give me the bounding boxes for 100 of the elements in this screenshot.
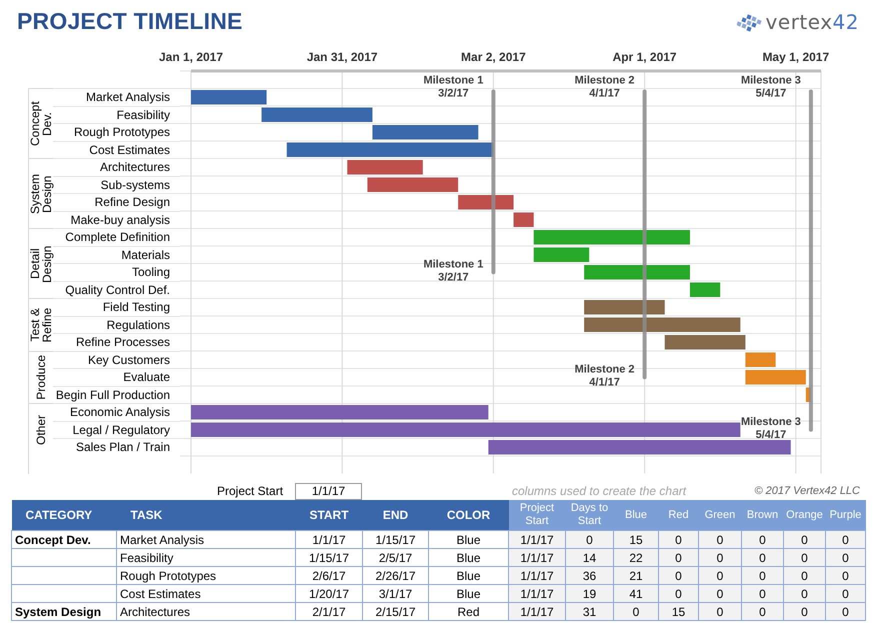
column-header: Purple xyxy=(826,500,866,530)
table-cell: 21 xyxy=(614,566,658,584)
table-cell: 1/1/17 xyxy=(508,566,566,584)
task-label: Tooling xyxy=(132,265,170,280)
table-cell: Cost Estimates xyxy=(116,584,296,602)
table-cell: 1/1/17 xyxy=(508,584,566,602)
table-cell: 0 xyxy=(614,602,658,620)
table-cell: 0 xyxy=(566,530,614,548)
table-cell: 0 xyxy=(658,530,698,548)
task-label: Evaluate xyxy=(123,370,170,384)
table-cell: 0 xyxy=(826,566,866,584)
table-cell: 0 xyxy=(826,548,866,566)
table-cell: 1/1/17 xyxy=(508,530,566,548)
phase-label: Detail Design xyxy=(29,244,53,284)
table-cell: 3/1/17 xyxy=(362,584,428,602)
column-header: COLOR xyxy=(428,500,508,530)
column-header: CATEGORY xyxy=(12,500,116,530)
task-label: Field Testing xyxy=(102,300,170,314)
table-cell: 1/1/17 xyxy=(508,548,566,566)
task-label: Make-buy analysis xyxy=(70,212,170,227)
phase-label: System Design xyxy=(29,172,53,216)
table-cell: 0 xyxy=(698,584,742,602)
project-start-field[interactable]: 1/1/17 xyxy=(295,482,362,500)
task-label: Cost Estimates xyxy=(89,142,170,157)
task-label: Refine Design xyxy=(94,195,170,210)
milestone-label: Milestone 3 5/4/17 xyxy=(740,416,801,441)
table-cell: 0 xyxy=(698,548,742,566)
table-cell: 15 xyxy=(614,530,658,548)
task-label: Regulations xyxy=(106,318,170,332)
task-label: Quality Control Def. xyxy=(65,282,170,297)
task-label: Feasibility xyxy=(116,108,170,122)
date-label: Apr 1, 2017 xyxy=(612,50,677,64)
task-label: Sales Plan / Train xyxy=(76,440,170,454)
column-header: Days to Start xyxy=(566,500,614,530)
phase-label: Produce xyxy=(35,354,47,400)
table-cell: 0 xyxy=(698,530,742,548)
task-label: Sub-systems xyxy=(100,178,170,192)
task-label: Legal / Regulatory xyxy=(72,422,170,437)
table-cell: 0 xyxy=(698,566,742,584)
table-cell: 19 xyxy=(566,584,614,602)
task-label: Refine Processes xyxy=(76,335,170,350)
table-cell: 0 xyxy=(742,584,784,602)
task-label: Market Analysis xyxy=(86,90,170,104)
logo-icon xyxy=(736,12,763,32)
table-cell: 2/5/17 xyxy=(362,548,428,566)
task-label: Begin Full Production xyxy=(56,388,170,402)
phase-label: Test & Refine xyxy=(29,306,53,344)
date-label: Mar 2, 2017 xyxy=(461,50,526,64)
copyright-text: © 2017 Vertex42 LLC xyxy=(754,485,860,497)
column-header: TASK xyxy=(116,500,296,530)
table-cell: 22 xyxy=(614,548,658,566)
phase-label: Other xyxy=(35,414,47,445)
task-label: Rough Prototypes xyxy=(74,125,170,140)
table-cell: 41 xyxy=(614,584,658,602)
table-cell: 0 xyxy=(658,566,698,584)
table-cell: 0 xyxy=(826,602,866,620)
table-cell: 1/15/17 xyxy=(362,530,428,548)
date-label: Jan 31, 2017 xyxy=(306,50,378,64)
table-cell: 15 xyxy=(658,602,698,620)
table-cell: 0 xyxy=(784,566,826,584)
milestone-label: Milestone 1 3/2/17 xyxy=(423,74,484,100)
table-cell: 1/20/17 xyxy=(296,584,362,602)
table-cell: Blue xyxy=(428,584,508,602)
table-cell: 2/15/17 xyxy=(362,602,428,620)
table-cell: 0 xyxy=(658,584,698,602)
task-label: Key Customers xyxy=(88,352,170,367)
table-cell: 1/1/17 xyxy=(508,602,566,620)
table-cell: 0 xyxy=(658,548,698,566)
task-label: Economic Analysis xyxy=(70,405,170,420)
table-cell: Architectures xyxy=(116,602,296,620)
table-cell: 0 xyxy=(742,530,784,548)
column-header: Project Start xyxy=(508,500,566,530)
table-cell: 2/1/17 xyxy=(296,602,362,620)
task-label: Architectures xyxy=(100,160,170,174)
column-header: Green xyxy=(698,500,742,530)
column-header: Brown xyxy=(742,500,784,530)
table-cell: Blue xyxy=(428,530,508,548)
column-header: Orange xyxy=(784,500,826,530)
project-start-label: Project Start xyxy=(217,484,284,498)
table-cell: 14 xyxy=(566,548,614,566)
task-label: Materials xyxy=(121,248,170,262)
table-cell: Blue xyxy=(428,566,508,584)
table-cell: 0 xyxy=(784,584,826,602)
date-label: Jan 1, 2017 xyxy=(158,50,224,64)
table-cell: Blue xyxy=(428,548,508,566)
table-cell: 0 xyxy=(784,530,826,548)
milestone-label: Milestone 2 4/1/17 xyxy=(574,363,635,388)
table-cell: 1/1/17 xyxy=(296,530,362,548)
milestone-label: Milestone 3 5/4/17 xyxy=(740,74,801,100)
column-header: Red xyxy=(658,500,698,530)
page-title: PROJECT TIMELINE xyxy=(17,8,243,35)
table-cell: 2/26/17 xyxy=(362,566,428,584)
table-cell: Rough Prototypes xyxy=(116,566,296,584)
table-cell: 36 xyxy=(566,566,614,584)
category-cell: System Design xyxy=(12,602,116,620)
table-cell: 2/6/17 xyxy=(296,566,362,584)
milestone-label: Milestone 2 4/1/17 xyxy=(574,74,635,100)
table-cell: 0 xyxy=(742,602,784,620)
column-header: START xyxy=(296,500,362,530)
table-cell: 0 xyxy=(826,584,866,602)
